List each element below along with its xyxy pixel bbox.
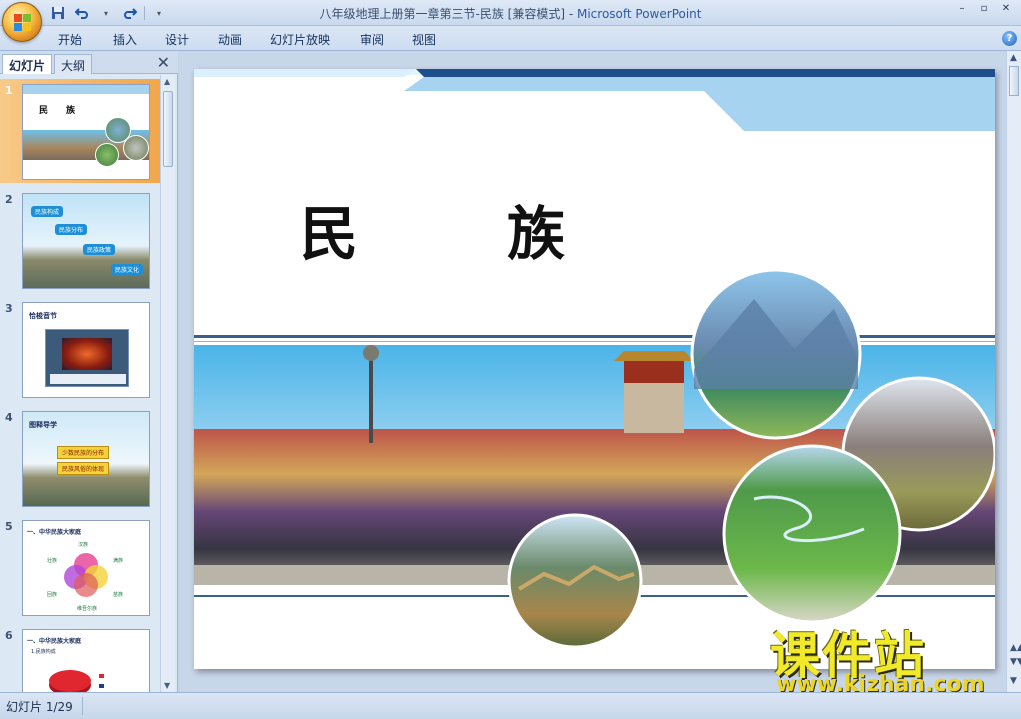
previous-slide-icon[interactable]: ▲▲: [1010, 643, 1021, 653]
panel-scrollbar[interactable]: ▲ ▼: [160, 75, 175, 692]
tab-insert[interactable]: 插入: [113, 31, 137, 48]
help-icon[interactable]: ?: [1002, 31, 1017, 46]
thumb-label: 壮族: [47, 558, 58, 564]
thumbnail-number: 5: [5, 520, 13, 533]
office-logo-icon: [14, 14, 32, 32]
thumb-video: [45, 329, 129, 387]
slide-title-left[interactable]: 民: [300, 187, 358, 271]
close-window-button[interactable]: ✕: [997, 3, 1015, 15]
thumb-pie-chart: [49, 670, 91, 692]
thumb-button: 民族政策: [83, 244, 116, 255]
scroll-up-icon[interactable]: ▲: [164, 77, 170, 86]
next-slide-icon[interactable]: ▼▼: [1010, 657, 1021, 667]
window-title: 八年级地理上册第一章第三节-民族 [兼容模式] - Microsoft Powe…: [0, 5, 1021, 22]
app-name: Microsoft PowerPoint: [576, 7, 702, 21]
slides-panel: 幻灯片 大纲 ✕ 1 民 族 2 民族构成 民族分布 民族政策 民族文化 3 恰…: [0, 51, 178, 692]
tab-outline[interactable]: 大纲: [54, 54, 93, 74]
thumb-label: 满族: [113, 558, 124, 564]
thumb-banner: [23, 85, 149, 94]
thumb-button: 民族风俗的体现: [57, 462, 110, 475]
editor-scroll-thumb[interactable]: [1009, 66, 1019, 96]
thumbnail-number: 3: [5, 302, 13, 315]
scroll-up-icon[interactable]: ▲: [1010, 53, 1017, 63]
slide-title-right[interactable]: 族: [507, 187, 565, 271]
thumbnail-number: 4: [5, 411, 13, 424]
slide-editor: 民 族 ▲ ▲▲ ▼▼ ▼: [179, 51, 1021, 692]
slide-canvas[interactable]: 民 族: [194, 69, 995, 669]
thumb-legend-swatch: [99, 674, 104, 678]
thumbnail-number: 2: [5, 193, 13, 206]
thumb-title: 一、中华民族大家庭: [27, 529, 82, 536]
panel-scroll-thumb[interactable]: [163, 91, 173, 167]
thumb-title: 民 族: [39, 106, 76, 116]
slide-thumbnail-6[interactable]: 6 一、中华民族大家庭 1.民族构成: [0, 624, 160, 692]
thumbnail-number: 1: [5, 84, 13, 97]
status-bar: 幻灯片 1/29: [0, 692, 1021, 719]
slide-background-art: [194, 69, 995, 649]
thumb-label: 维吾尔族: [77, 606, 98, 612]
thumb-video-frame: [62, 338, 112, 370]
thumb-button: 民族构成: [31, 206, 64, 217]
thumb-button: 民族文化: [111, 264, 144, 275]
thumbnail-list: 1 民 族 2 民族构成 民族分布 民族政策 民族文化 3 恰梭音节 4 图释导…: [0, 75, 160, 692]
slide-counter: 幻灯片 1/29: [6, 700, 73, 714]
tab-design[interactable]: 设计: [165, 31, 189, 48]
window-controls: – ▫ ✕: [953, 3, 1015, 15]
thumb-label: 1.民族构成: [31, 649, 56, 655]
title-bar: ▾ ▾ 八年级地理上册第一章第三节-民族 [兼容模式] - Microsoft …: [0, 0, 1021, 26]
slide-thumbnail-5[interactable]: 5 一、中华民族大家庭 汉族 壮族 满族 回族 苗族 维吾尔族: [0, 515, 160, 619]
close-panel-icon[interactable]: ✕: [157, 53, 170, 72]
office-button[interactable]: [2, 2, 42, 42]
thumbnail-preview: 恰梭音节: [22, 302, 150, 398]
slide-thumbnail-3[interactable]: 3 恰梭音节: [0, 297, 160, 401]
thumb-legend-swatch: [99, 684, 104, 688]
thumb-button: 少数民族的分布: [57, 446, 110, 459]
tab-slideshow[interactable]: 幻灯片放映: [270, 31, 330, 48]
tab-home[interactable]: 开始: [58, 31, 82, 48]
panel-tabs: 幻灯片 大纲 ✕: [0, 51, 178, 74]
watermark: 课件站 www.kjzhan.com: [770, 616, 1010, 697]
thumb-venn-diagram: [64, 553, 108, 597]
thumb-title: 图释导学: [29, 421, 57, 429]
thumb-label: 回族: [47, 592, 58, 598]
document-title: 八年级地理上册第一章第三节-民族 [兼容模式] -: [319, 7, 577, 21]
thumbnail-preview: 图释导学 少数民族的分布 民族风俗的体现: [22, 411, 150, 507]
tab-slides[interactable]: 幻灯片: [2, 54, 53, 74]
thumbnail-preview: 一、中华民族大家庭 汉族 壮族 满族 回族 苗族 维吾尔族: [22, 520, 150, 616]
thumbnail-preview: 民族构成 民族分布 民族政策 民族文化: [22, 193, 150, 289]
thumbnail-preview: 一、中华民族大家庭 1.民族构成: [22, 629, 150, 692]
restore-button[interactable]: ▫: [975, 3, 993, 15]
thumbnail-number: 6: [5, 629, 13, 642]
scroll-down-icon[interactable]: ▼: [164, 681, 170, 690]
tab-animations[interactable]: 动画: [218, 31, 242, 48]
slide-thumbnail-2[interactable]: 2 民族构成 民族分布 民族政策 民族文化: [0, 188, 160, 292]
tab-review[interactable]: 审阅: [360, 31, 384, 48]
ribbon-tabs: 开始 插入 设计 动画 幻灯片放映 审阅 视图 ?: [0, 26, 1021, 51]
thumb-label: 苗族: [113, 592, 124, 598]
slide-thumbnail-4[interactable]: 4 图释导学 少数民族的分布 民族风俗的体现: [0, 406, 160, 510]
editor-scrollbar[interactable]: ▲ ▲▲ ▼▼ ▼: [1006, 51, 1021, 692]
tab-view[interactable]: 视图: [412, 31, 436, 48]
thumb-button: 民族分布: [55, 224, 88, 235]
thumb-circle-photo: [95, 143, 119, 167]
thumb-video-caption: [50, 374, 126, 384]
status-divider: [82, 697, 83, 715]
thumb-title: 一、中华民族大家庭: [27, 638, 82, 645]
thumbnail-preview: 民 族: [22, 84, 150, 180]
thumb-label: 汉族: [78, 542, 89, 548]
minimize-button[interactable]: –: [953, 3, 971, 15]
scroll-down-icon[interactable]: ▼: [1010, 676, 1017, 686]
thumb-circle-photo: [123, 135, 149, 161]
thumb-title: 恰梭音节: [29, 312, 57, 320]
slide-thumbnail-1[interactable]: 1 民 族: [0, 79, 160, 183]
